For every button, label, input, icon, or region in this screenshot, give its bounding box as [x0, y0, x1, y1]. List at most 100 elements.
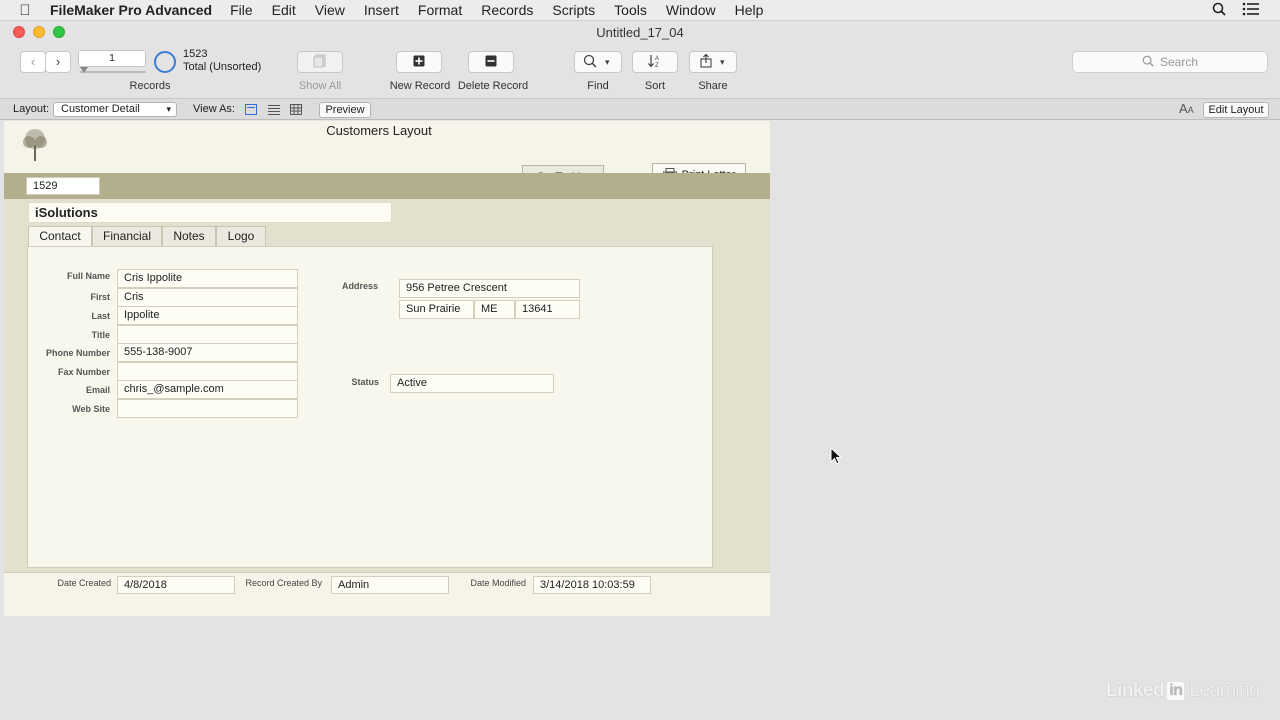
fax-number-label: Fax Number: [57, 367, 110, 377]
full-name-field[interactable]: Cris Ippolite: [117, 269, 298, 288]
tab-contact[interactable]: Contact: [28, 226, 92, 247]
status-label: Status: [351, 377, 379, 387]
menu-tools[interactable]: Tools: [614, 2, 647, 18]
street-field[interactable]: 956 Petree Crescent: [399, 279, 580, 298]
preview-button[interactable]: Preview: [319, 102, 371, 118]
chevron-down-icon[interactable]: ▾: [720, 57, 725, 68]
linkedin-learning-watermark: Linked in Learning: [1106, 680, 1260, 702]
menu-format[interactable]: Format: [418, 2, 462, 18]
last-label: Last: [91, 311, 110, 321]
current-record-input[interactable]: 1: [78, 50, 146, 67]
layout-label: Layout:: [13, 103, 50, 115]
notification-center-icon[interactable]: [1242, 2, 1260, 19]
title-field[interactable]: [117, 325, 298, 344]
tab-financial[interactable]: Financial: [92, 226, 162, 246]
svg-text:A: A: [655, 56, 659, 62]
menu-window[interactable]: Window: [666, 2, 716, 18]
layout-body: iSolutions Contact Financial Notes Logo …: [4, 199, 770, 572]
email-label: Email: [85, 385, 110, 395]
chevron-down-icon: ▾: [166, 104, 171, 114]
share-icon: [700, 53, 712, 71]
first-label: First: [90, 292, 110, 302]
address-label: Address: [341, 281, 378, 291]
svg-text:Z: Z: [655, 63, 659, 68]
menu-view[interactable]: View: [315, 2, 345, 18]
fax-number-field[interactable]: [117, 362, 298, 381]
web-site-field[interactable]: [117, 399, 298, 418]
contact-tab-panel: Full Name First Last Title Phone Number …: [27, 246, 713, 568]
title-bar: Untitled_17_04: [0, 21, 1280, 43]
sort-button[interactable]: AZ: [632, 51, 678, 73]
record-count: 1523 Total (Unsorted): [183, 48, 261, 74]
zip-field[interactable]: 13641: [515, 300, 580, 319]
company-name-field[interactable]: iSolutions: [28, 202, 392, 223]
share-button[interactable]: ▾: [689, 51, 737, 73]
search-icon: [1142, 55, 1154, 70]
menu-scripts[interactable]: Scripts: [552, 2, 595, 18]
app-window: Untitled_17_04 ‹ › 1 1523 Total (Unsorte…: [0, 21, 1280, 720]
list-view-icon[interactable]: [268, 104, 280, 115]
show-all-icon: [312, 54, 328, 71]
text-format-icon[interactable]: AA: [1179, 101, 1194, 116]
records-label: Records: [129, 80, 171, 92]
phone-number-label: Phone Number: [45, 348, 110, 358]
share-label: Share: [698, 80, 728, 92]
layout-header: Customers Layout Go To List Print Letter: [4, 121, 770, 189]
city-field[interactable]: Sun Prairie: [399, 300, 474, 319]
delete-record-button[interactable]: [468, 51, 514, 73]
quick-find-search-input[interactable]: Search: [1072, 51, 1268, 73]
apple-icon[interactable]: : [0, 2, 50, 19]
date-created-field[interactable]: 4/8/2018: [117, 576, 235, 594]
record-slider-knob[interactable]: [80, 67, 88, 73]
layout-canvas: Customers Layout Go To List Print Letter…: [4, 121, 770, 616]
previous-record-button[interactable]: ‹: [20, 51, 46, 73]
email-field[interactable]: chris_@sample.com: [117, 380, 298, 399]
chevron-left-icon: ‹: [30, 54, 36, 69]
find-button[interactable]: ▾: [574, 51, 622, 73]
status-field[interactable]: Active: [390, 374, 554, 393]
phone-number-field[interactable]: 555-138-9007: [117, 343, 298, 362]
status-toolbar: ‹ › 1 1523 Total (Unsorted) Records Show…: [0, 43, 1280, 97]
menu-file[interactable]: File: [230, 2, 253, 18]
first-name-field[interactable]: Cris: [117, 288, 298, 307]
mouse-cursor-icon: [830, 447, 842, 465]
record-status: Total (Unsorted): [183, 61, 262, 73]
web-site-label: Web Site: [72, 404, 110, 414]
layout-title: Customers Layout: [326, 123, 432, 138]
record-created-by-label: Record Created By: [245, 578, 322, 588]
record-slider[interactable]: [80, 71, 146, 73]
menu-records[interactable]: Records: [481, 2, 533, 18]
full-name-label: Full Name: [66, 271, 110, 281]
date-modified-field[interactable]: 3/14/2018 10:03:59: [533, 576, 651, 594]
chevron-down-icon[interactable]: ▾: [605, 57, 610, 68]
sort-az-icon: AZ: [647, 54, 663, 71]
layout-select[interactable]: Customer Detail ▾: [53, 102, 177, 117]
customer-id-field[interactable]: 1529: [26, 177, 100, 195]
menu-edit[interactable]: Edit: [272, 2, 296, 18]
tab-logo[interactable]: Logo: [216, 226, 266, 246]
edit-layout-button[interactable]: Edit Layout: [1203, 102, 1269, 118]
menubar:  FileMaker Pro Advanced File Edit View …: [0, 0, 1280, 21]
state-field[interactable]: ME: [474, 300, 515, 319]
last-name-field[interactable]: Ippolite: [117, 306, 298, 325]
record-created-by-field[interactable]: Admin: [331, 576, 449, 594]
window-title: Untitled_17_04: [596, 25, 684, 40]
menu-help[interactable]: Help: [735, 2, 764, 18]
show-all-button[interactable]: [297, 51, 343, 73]
form-view-icon[interactable]: [245, 104, 257, 115]
menu-insert[interactable]: Insert: [364, 2, 399, 18]
table-view-icon[interactable]: [290, 104, 302, 115]
tab-notes[interactable]: Notes: [162, 226, 216, 246]
chevron-right-icon: ›: [55, 54, 61, 69]
spotlight-icon[interactable]: [1212, 2, 1226, 19]
next-record-button[interactable]: ›: [45, 51, 71, 73]
plus-icon: [413, 55, 425, 70]
record-total: 1523: [183, 48, 208, 60]
layout-bar: Layout: Customer Detail ▾ View As: Previ…: [0, 98, 1280, 120]
title-label: Title: [91, 330, 110, 340]
app-menu[interactable]: FileMaker Pro Advanced: [50, 2, 212, 18]
sort-label: Sort: [644, 80, 666, 92]
view-as-label: View As:: [193, 103, 235, 115]
layout-select-value: Customer Detail: [61, 103, 140, 115]
new-record-button[interactable]: [396, 51, 442, 73]
